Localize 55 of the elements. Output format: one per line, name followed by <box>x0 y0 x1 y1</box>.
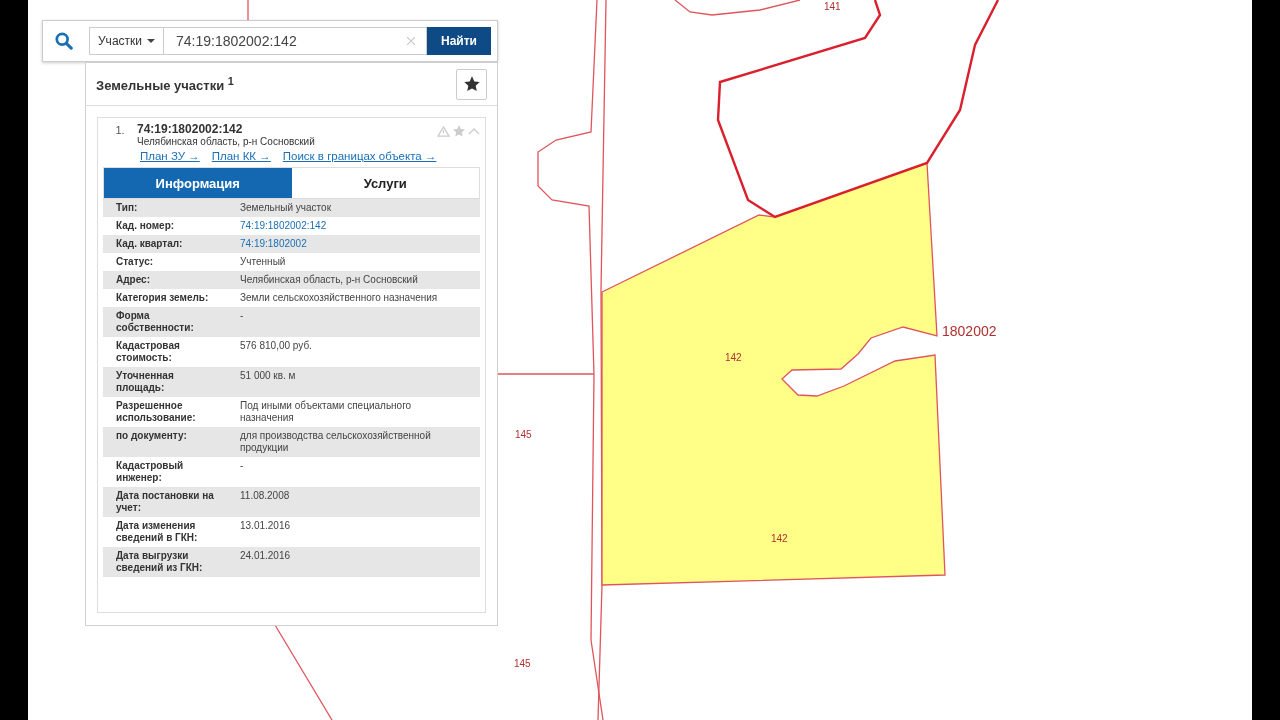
parcel-label: 142 <box>725 352 742 363</box>
field-label: Кадастровый инженер: <box>116 460 185 484</box>
parcel-label: 142 <box>771 533 788 544</box>
field-label: Адрес: <box>116 274 151 286</box>
find-button[interactable]: Найти <box>427 27 491 55</box>
link[interactable]: План КК → <box>211 150 271 162</box>
result-address: Челябинская область, р-н Сосновский <box>137 136 316 147</box>
field-label: Статус: <box>116 256 155 268</box>
field-value: - <box>240 310 245 322</box>
field-value: 13.01.2016 <box>240 520 292 532</box>
field-value: Челябинская область, р-н Сосновский <box>240 274 419 286</box>
field-value: 11.08.2008 <box>240 490 291 502</box>
search-field[interactable]: 74:19:1802002:142 <box>164 27 427 55</box>
result-index: 1. <box>114 123 126 136</box>
star-icon[interactable] <box>452 124 466 138</box>
clear-icon[interactable] <box>407 37 415 45</box>
collapse-icon[interactable] <box>468 127 480 135</box>
field-value: для производства сельскохозяйственной продукции <box>240 430 432 454</box>
field-link[interactable]: 74:19:1802002:142 <box>240 220 445 232</box>
parcel-label: 1802002 <box>942 323 997 339</box>
field-label: Тип: <box>116 202 139 214</box>
warning-icon[interactable] <box>437 125 450 137</box>
field-value: 576 810,00 руб. <box>240 340 313 352</box>
link[interactable]: Поиск в границах объекта → <box>282 150 437 162</box>
field-label: Дата изменения сведений в ГКН: <box>116 520 199 544</box>
favorites-button[interactable] <box>456 68 487 100</box>
field-label: по документу: <box>116 430 188 442</box>
field-label: Кад. квартал: <box>116 238 184 250</box>
field-label: Кадастровая стоимость: <box>116 340 181 364</box>
field-value: 24.01.2016 <box>240 550 292 562</box>
field-value: 51 000 кв. м <box>240 370 297 382</box>
panel-title: Земельные участки $^{1}$ <box>96 74 234 94</box>
field-label: Уточненная площадь: <box>116 370 175 394</box>
field-value: Учтенный <box>240 256 287 268</box>
field-value: Земли сельскохозяйственного назначения <box>240 292 439 304</box>
parcel-label: 141 <box>824 1 841 12</box>
field-label: Форма собственности: <box>116 310 195 334</box>
field-label: Разрешенное использование: <box>116 400 197 424</box>
field-value: - <box>240 460 245 472</box>
field-label: Дата выгрузки сведений из ГКН: <box>116 550 204 574</box>
tab[interactable]: Информация <box>104 168 292 198</box>
field-link[interactable]: 74:19:1802002 <box>240 238 445 250</box>
cadastral-number: 74:19:1802002:142 <box>137 122 244 136</box>
field-label: Кад. номер: <box>116 220 176 232</box>
star-icon <box>462 75 481 93</box>
field-value: Под иными объектами специального назначения <box>240 400 413 424</box>
caret-icon <box>147 39 155 43</box>
field-label: Категория земель: <box>116 292 210 304</box>
search-icon[interactable] <box>55 32 73 50</box>
parcel-label: 145 <box>514 658 531 669</box>
filter-dropdown[interactable]: Участки <box>89 27 164 55</box>
parcel-label: 145 <box>515 429 532 440</box>
field-label: Дата постановки на учет: <box>116 490 215 514</box>
field-value: Земельный участок <box>240 202 332 214</box>
link[interactable]: План ЗУ → <box>140 150 200 162</box>
